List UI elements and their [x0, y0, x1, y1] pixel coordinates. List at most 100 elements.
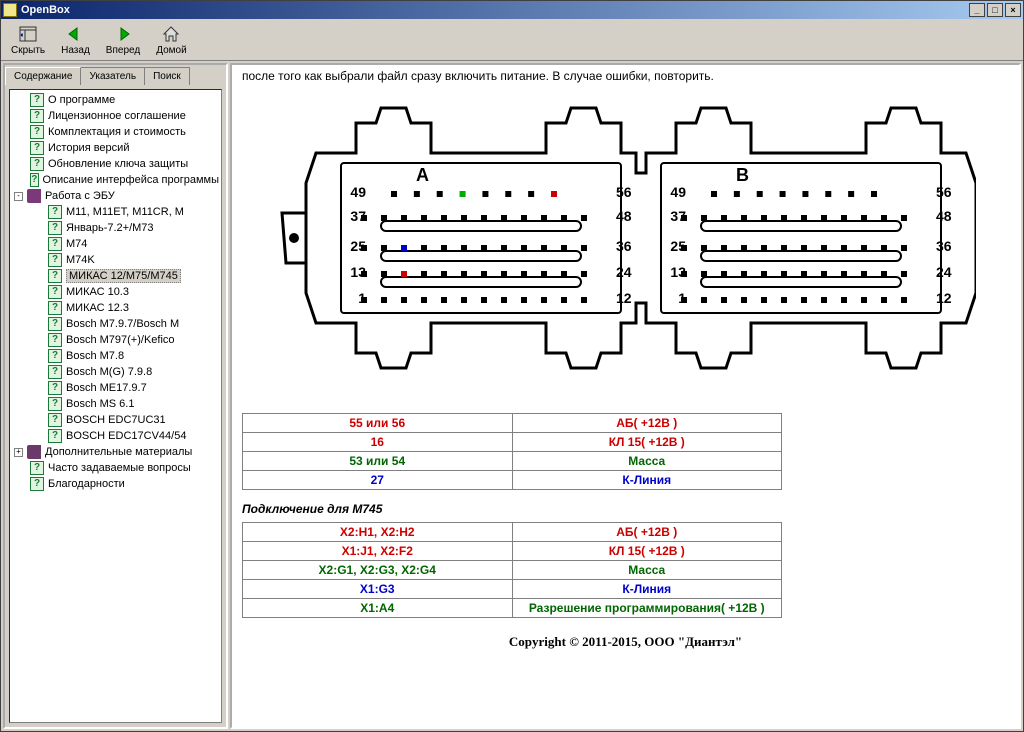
tree-item[interactable]: ?Описание интерфейса программы — [12, 172, 219, 188]
tree-item-label: Дополнительные материалы — [45, 446, 192, 458]
help-page-icon: ? — [48, 237, 62, 251]
tree-item-label: Часто задаваемые вопросы — [48, 462, 191, 474]
svg-text:56: 56 — [616, 184, 632, 200]
tree-item-label: Bosch ME17.9.7 — [66, 382, 147, 394]
tree-item[interactable]: ?Обновление ключа защиты — [12, 156, 219, 172]
back-button[interactable]: Назад — [57, 22, 94, 58]
svg-text:36: 36 — [936, 238, 952, 254]
help-page-icon: ? — [30, 461, 44, 475]
close-button[interactable]: × — [1005, 3, 1021, 17]
tree-item-label: Описание интерфейса программы — [43, 174, 220, 186]
help-page-icon: ? — [48, 317, 62, 331]
pin-cell: 53 или 54 — [243, 452, 513, 471]
tree-item[interactable]: ?Bosch MS 6.1 — [12, 396, 219, 412]
help-page-icon: ? — [48, 429, 62, 443]
home-icon — [161, 24, 181, 44]
tree-item[interactable]: ?Bosch М797(+)/Kefico — [12, 332, 219, 348]
toolbar: Скрыть Назад Вперед Домой — [1, 19, 1023, 61]
signal-cell: Масса — [512, 452, 782, 471]
table-row: 27К-Линия — [243, 471, 782, 490]
signal-cell: КЛ 15( +12В ) — [512, 542, 782, 561]
pin-cell: X2:H1, X2:H2 — [243, 523, 513, 542]
maximize-button[interactable]: □ — [987, 3, 1003, 17]
tree-item-label: М11, М11ЕТ, М11CR, М — [66, 206, 184, 218]
svg-text:25: 25 — [350, 238, 366, 254]
signal-cell: АБ( +12В ) — [512, 414, 782, 433]
signal-cell: Разрешение программирования( +12В ) — [512, 599, 782, 618]
titlebar: OpenBox _ □ × — [1, 1, 1023, 19]
help-page-icon: ? — [48, 221, 62, 235]
tree-item[interactable]: ?Bosch M7.9.7/Bosch M — [12, 316, 219, 332]
svg-text:12: 12 — [936, 290, 952, 306]
svg-text:48: 48 — [936, 208, 952, 224]
tree-item[interactable]: ?Январь-7.2+/М73 — [12, 220, 219, 236]
help-page-icon: ? — [48, 365, 62, 379]
tree-item[interactable]: ?История версий — [12, 140, 219, 156]
signal-cell: АБ( +12В ) — [512, 523, 782, 542]
tree-item[interactable]: ?Лицензионное соглашение — [12, 108, 219, 124]
help-tree[interactable]: ?О программе?Лицензионное соглашение?Ком… — [9, 89, 222, 723]
tree-item-label: МИКАС 10.3 — [66, 286, 129, 298]
tree-item[interactable]: ?Bosch ME17.9.7 — [12, 380, 219, 396]
help-page-icon: ? — [30, 477, 44, 491]
help-page-icon: ? — [48, 285, 62, 299]
sidebar: Содержание Указатель Поиск ?О программе?… — [3, 63, 228, 729]
intro-text: после того как выбрали файл сразу включи… — [242, 69, 1009, 83]
pinout-table-1: 55 или 56АБ( +12В )16КЛ 15( +12В )53 или… — [242, 413, 782, 490]
tree-item[interactable]: ?Благодарности — [12, 476, 219, 492]
pin-cell: 55 или 56 — [243, 414, 513, 433]
expand-icon[interactable]: + — [14, 448, 23, 457]
home-button[interactable]: Домой — [152, 22, 190, 58]
forward-button[interactable]: Вперед — [102, 22, 144, 58]
tree-item[interactable]: ?Bosch M7.8 — [12, 348, 219, 364]
tree-item[interactable]: ?BOSCH EDC17CV44/54 — [12, 428, 219, 444]
collapse-icon[interactable]: - — [14, 192, 23, 201]
tree-item-label: О программе — [48, 94, 115, 106]
svg-text:56: 56 — [936, 184, 952, 200]
minimize-button[interactable]: _ — [969, 3, 985, 17]
tab-search[interactable]: Поиск — [144, 67, 190, 85]
tree-item-label: Лицензионное соглашение — [48, 110, 186, 122]
tree-item-label: МИКАС 12.3 — [66, 302, 129, 314]
subheading-m745: Подключение для М745 — [242, 502, 1009, 516]
help-page-icon: ? — [48, 205, 62, 219]
tree-item[interactable]: ? МИКАС 10.3 — [12, 284, 219, 300]
tree-item[interactable]: ? Bosch M(G) 7.9.8 — [12, 364, 219, 380]
svg-text:49: 49 — [670, 184, 686, 200]
tree-item[interactable]: -Работа с ЭБУ — [12, 188, 219, 204]
tree-item-label: Bosch MS 6.1 — [66, 398, 134, 410]
signal-cell: КЛ 15( +12В ) — [512, 433, 782, 452]
tree-item-label: М74K — [66, 254, 95, 266]
tree-item-label: МИКАС 12/М75/М745 — [66, 269, 181, 283]
tree-item-label: Bosch M7.8 — [66, 350, 124, 362]
tree-item[interactable]: + Дополнительные материалы — [12, 444, 219, 460]
tree-item-label: История версий — [48, 142, 129, 154]
tree-item[interactable]: ?МИКАС 12/М75/М745 — [12, 268, 219, 284]
tab-contents[interactable]: Содержание — [5, 67, 81, 85]
tab-index[interactable]: Указатель — [80, 67, 145, 85]
tree-item-label: Bosch M(G) 7.9.8 — [66, 366, 152, 378]
tree-item[interactable]: ?BOSCH EDC7UC31 — [12, 412, 219, 428]
tree-item[interactable]: ? М11, М11ЕТ, М11CR, М — [12, 204, 219, 220]
svg-text:24: 24 — [936, 264, 952, 280]
tree-item[interactable]: ?М74 — [12, 236, 219, 252]
svg-text:1: 1 — [678, 290, 686, 306]
help-page-icon: ? — [48, 253, 62, 267]
tree-item[interactable]: ?О программе — [12, 92, 219, 108]
hide-button[interactable]: Скрыть — [7, 22, 49, 58]
home-label: Домой — [156, 45, 186, 56]
tree-item-label: Комплектация и стоимость — [48, 126, 186, 138]
tree-item[interactable]: ?Комплектация и стоимость — [12, 124, 219, 140]
content-pane[interactable]: после того как выбрали файл сразу включи… — [230, 63, 1021, 729]
svg-text:13: 13 — [670, 264, 686, 280]
svg-text:24: 24 — [616, 264, 632, 280]
tree-item[interactable]: ? Часто задаваемые вопросы — [12, 460, 219, 476]
connector-label-b: B — [736, 165, 749, 185]
svg-text:12: 12 — [616, 290, 632, 306]
signal-cell: К-Линия — [512, 471, 782, 490]
book-icon — [27, 189, 41, 203]
pin-cell: X2:G1, X2:G3, X2:G4 — [243, 561, 513, 580]
help-page-icon: ? — [48, 301, 62, 315]
tree-item[interactable]: ? МИКАС 12.3 — [12, 300, 219, 316]
tree-item[interactable]: ? М74K — [12, 252, 219, 268]
